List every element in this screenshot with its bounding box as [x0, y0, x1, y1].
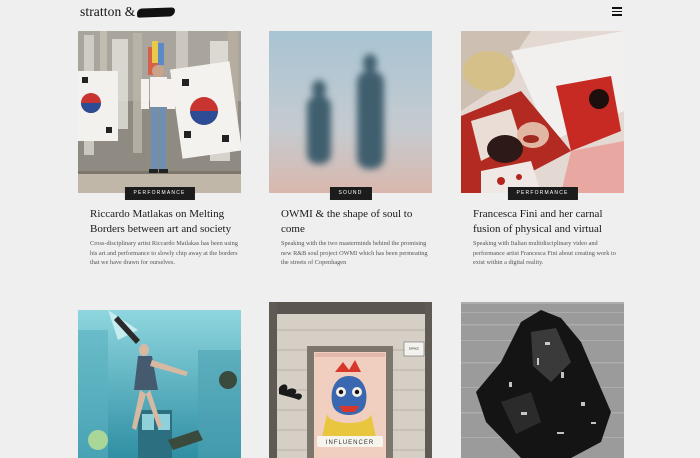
article-card[interactable]: [461, 302, 624, 458]
article-excerpt: Speaking with Italian multidisciplinary …: [473, 240, 616, 267]
article-card[interactable]: Sound OWMI & the shape of soul to come S…: [269, 31, 432, 291]
article-card[interactable]: Performance Francesca Fini and her carna…: [461, 31, 624, 291]
article-image[interactable]: [78, 310, 241, 458]
category-tag[interactable]: Performance: [507, 187, 578, 200]
article-image[interactable]: [78, 31, 241, 193]
article-image[interactable]: INFLUENCER ESPACE: [269, 302, 432, 458]
article-title[interactable]: OWMI & the shape of soul to come: [281, 207, 431, 237]
hamburger-menu-icon[interactable]: [612, 7, 622, 16]
article-image[interactable]: [269, 31, 432, 193]
site-header: stratton &: [0, 0, 700, 28]
street-sign-text: ESPACE: [409, 348, 419, 351]
logo-text: stratton &: [80, 4, 136, 19]
article-image[interactable]: [461, 302, 624, 458]
logo-redaction: [137, 7, 176, 19]
article-card[interactable]: INFLUENCER ESPACE: [269, 302, 432, 458]
influencer-label: INFLUENCER: [326, 440, 374, 446]
article-excerpt: Speaking with the two masterminds behind…: [281, 240, 428, 267]
category-tag[interactable]: Sound: [329, 187, 372, 200]
article-title[interactable]: Francesca Fini and her carnal fusion of …: [473, 207, 623, 237]
site-logo[interactable]: stratton &: [80, 4, 176, 20]
article-card[interactable]: Performance Riccardo Matlakas on Melting…: [78, 31, 241, 291]
article-card[interactable]: [78, 310, 241, 458]
article-excerpt: Cross-disciplinary artist Riccardo Matla…: [90, 240, 238, 267]
article-image[interactable]: [461, 31, 624, 193]
article-title[interactable]: Riccardo Matlakas on Melting Borders bet…: [90, 207, 240, 237]
category-tag[interactable]: Performance: [124, 187, 195, 200]
